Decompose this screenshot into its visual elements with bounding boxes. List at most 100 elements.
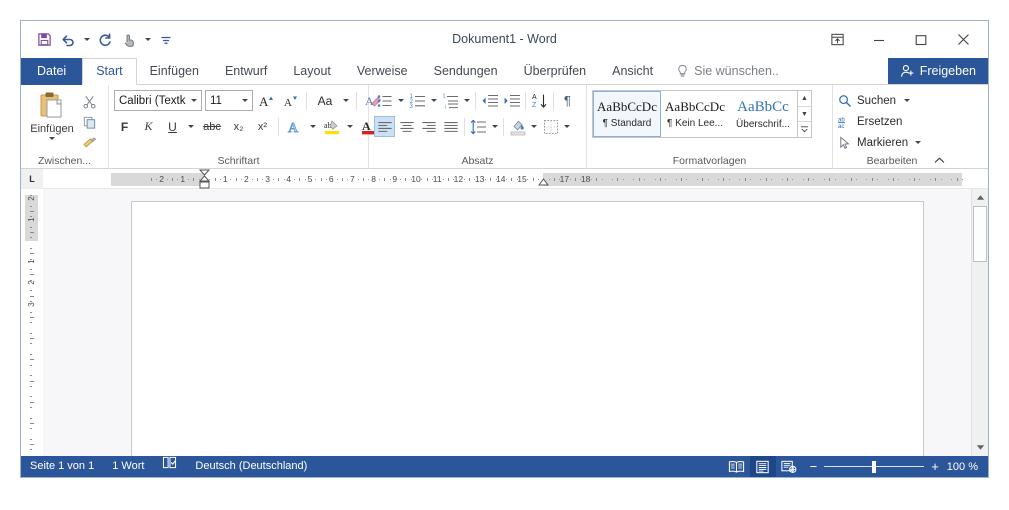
- undo-dropdown-icon[interactable]: [81, 29, 92, 51]
- bullets-dropdown-icon[interactable]: [396, 90, 406, 111]
- find-dropdown-icon[interactable]: [904, 99, 911, 102]
- select-button[interactable]: Markieren: [838, 132, 924, 153]
- numbering-dropdown-icon[interactable]: [429, 90, 439, 111]
- scrollbar-thumb[interactable]: [973, 206, 987, 262]
- tab-ansicht[interactable]: Ansicht: [599, 58, 666, 85]
- tab-stop-selector[interactable]: L: [21, 168, 43, 189]
- ribbon-display-options-icon[interactable]: [816, 25, 858, 55]
- font-name-dropdown-icon[interactable]: [187, 91, 201, 110]
- style-standard[interactable]: AaBbCcDc ¶ Standard: [593, 91, 661, 137]
- text-effects-button[interactable]: A: [284, 116, 305, 137]
- superscript-button[interactable]: x²: [252, 116, 273, 137]
- page-number-status[interactable]: Seite 1 von 1: [21, 456, 103, 477]
- touch-mode-dropdown-icon[interactable]: [142, 29, 153, 51]
- borders-dropdown-icon[interactable]: [562, 116, 572, 137]
- sort-button[interactable]: AZ: [529, 90, 550, 111]
- paste-button[interactable]: Einfügen: [26, 88, 78, 140]
- style-kein-leerraum[interactable]: AaBbCcDc ¶ Kein Lee...: [661, 91, 729, 137]
- change-case-dropdown-icon[interactable]: [341, 90, 351, 111]
- decrease-indent-button[interactable]: [479, 90, 500, 111]
- styles-scroll-down-button[interactable]: ▼: [798, 107, 811, 123]
- customize-quick-access-toolbar-button[interactable]: [155, 29, 177, 51]
- zoom-out-button[interactable]: −: [810, 460, 818, 473]
- styles-scroll-up-button[interactable]: ▲: [798, 91, 811, 107]
- word-count-status[interactable]: 1 Wort: [103, 456, 153, 477]
- text-highlight-button[interactable]: ab: [321, 116, 342, 137]
- replace-button[interactable]: ab ac Ersetzen: [838, 111, 905, 132]
- change-case-button[interactable]: Aa: [312, 90, 338, 111]
- touch-mode-icon[interactable]: [118, 29, 140, 51]
- vertical-scrollbar[interactable]: [971, 189, 988, 456]
- tab-einfuegen[interactable]: Einfügen: [137, 58, 212, 85]
- multilevel-dropdown-icon[interactable]: [462, 90, 472, 111]
- web-layout-button[interactable]: [776, 456, 802, 477]
- numbering-button[interactable]: 123: [407, 90, 428, 111]
- justify-button[interactable]: [440, 116, 461, 137]
- borders-button[interactable]: [540, 116, 561, 137]
- align-left-button[interactable]: [374, 116, 395, 137]
- shrink-font-button[interactable]: A: [280, 90, 301, 111]
- tell-me-search[interactable]: Sie wünschen..: [666, 58, 789, 84]
- scroll-down-button[interactable]: [972, 439, 988, 456]
- zoom-slider-handle[interactable]: [872, 461, 877, 473]
- tab-sendungen[interactable]: Sendungen: [421, 58, 511, 85]
- find-button[interactable]: Suchen: [838, 90, 913, 111]
- underline-button[interactable]: U: [162, 116, 183, 137]
- styles-more-button[interactable]: [798, 122, 811, 137]
- increase-indent-button[interactable]: [501, 90, 522, 111]
- grow-font-button[interactable]: A: [256, 90, 277, 111]
- show-formatting-marks-button[interactable]: ¶: [557, 90, 578, 111]
- share-button[interactable]: Freigeben: [887, 58, 988, 84]
- tab-verweise[interactable]: Verweise: [344, 58, 421, 85]
- font-size-dropdown-icon[interactable]: [238, 91, 252, 110]
- undo-button[interactable]: [57, 29, 79, 51]
- copy-button[interactable]: [78, 112, 100, 132]
- ruler-scale[interactable]: 2 1 1 2 3 4 5 6 7 8 9 10 11 12 13 14 15 17 18: [111, 169, 963, 189]
- tab-entwurf[interactable]: Entwurf: [212, 58, 280, 85]
- italic-button[interactable]: K: [138, 116, 159, 137]
- text-effects-dropdown-icon[interactable]: [308, 116, 318, 137]
- print-layout-button[interactable]: [749, 456, 776, 477]
- collapse-ribbon-button[interactable]: [931, 153, 947, 167]
- proofing-errors-icon[interactable]: [153, 456, 186, 477]
- subscript-button[interactable]: x₂: [228, 116, 249, 137]
- vertical-ruler[interactable]: 2 1 1 2 3: [21, 189, 43, 456]
- font-size-combobox[interactable]: 11: [205, 90, 253, 111]
- redo-button[interactable]: [94, 29, 116, 51]
- paste-dropdown-icon[interactable]: [49, 137, 55, 140]
- scrollbar-track[interactable]: [972, 206, 988, 439]
- document-canvas[interactable]: https://www.ionos.de/digitalguide/: [43, 189, 988, 456]
- horizontal-ruler[interactable]: L 2 1 1 2 3 4 5 6 7 8 9 10 11 12 13 14 15 17 18: [21, 168, 988, 189]
- align-right-button[interactable]: [418, 116, 439, 137]
- maximize-button[interactable]: [900, 25, 942, 55]
- scroll-up-button[interactable]: [972, 189, 988, 206]
- font-name-combobox[interactable]: Calibri (Textk: [114, 90, 202, 111]
- close-button[interactable]: [942, 25, 984, 55]
- tab-start[interactable]: Start: [82, 58, 137, 85]
- tab-ueberpruefen[interactable]: Überprüfen: [511, 58, 600, 85]
- language-status[interactable]: Deutsch (Deutschland): [186, 456, 316, 477]
- underline-dropdown-icon[interactable]: [186, 116, 196, 137]
- zoom-level-label[interactable]: 100 %: [947, 461, 988, 473]
- bold-button[interactable]: F: [114, 116, 135, 137]
- tab-datei[interactable]: Datei: [21, 58, 83, 85]
- read-mode-button[interactable]: [724, 456, 750, 477]
- tab-layout[interactable]: Layout: [280, 58, 344, 85]
- cut-button[interactable]: [78, 91, 100, 111]
- highlight-dropdown-icon[interactable]: [345, 116, 355, 137]
- shading-dropdown-icon[interactable]: [529, 116, 539, 137]
- zoom-slider[interactable]: [824, 456, 925, 477]
- shading-button[interactable]: [507, 116, 528, 137]
- document-page[interactable]: [131, 201, 924, 456]
- right-indent-marker[interactable]: [538, 178, 550, 188]
- format-painter-button[interactable]: [78, 133, 100, 153]
- multilevel-list-button[interactable]: 1i: [440, 90, 461, 111]
- strikethrough-button[interactable]: abc: [199, 116, 225, 137]
- align-center-button[interactable]: [396, 116, 417, 137]
- zoom-in-button[interactable]: +: [931, 460, 939, 473]
- line-spacing-button[interactable]: [468, 116, 489, 137]
- save-button[interactable]: [33, 29, 55, 51]
- minimize-button[interactable]: [858, 25, 900, 55]
- select-dropdown-icon[interactable]: [915, 141, 922, 144]
- line-spacing-dropdown-icon[interactable]: [490, 116, 500, 137]
